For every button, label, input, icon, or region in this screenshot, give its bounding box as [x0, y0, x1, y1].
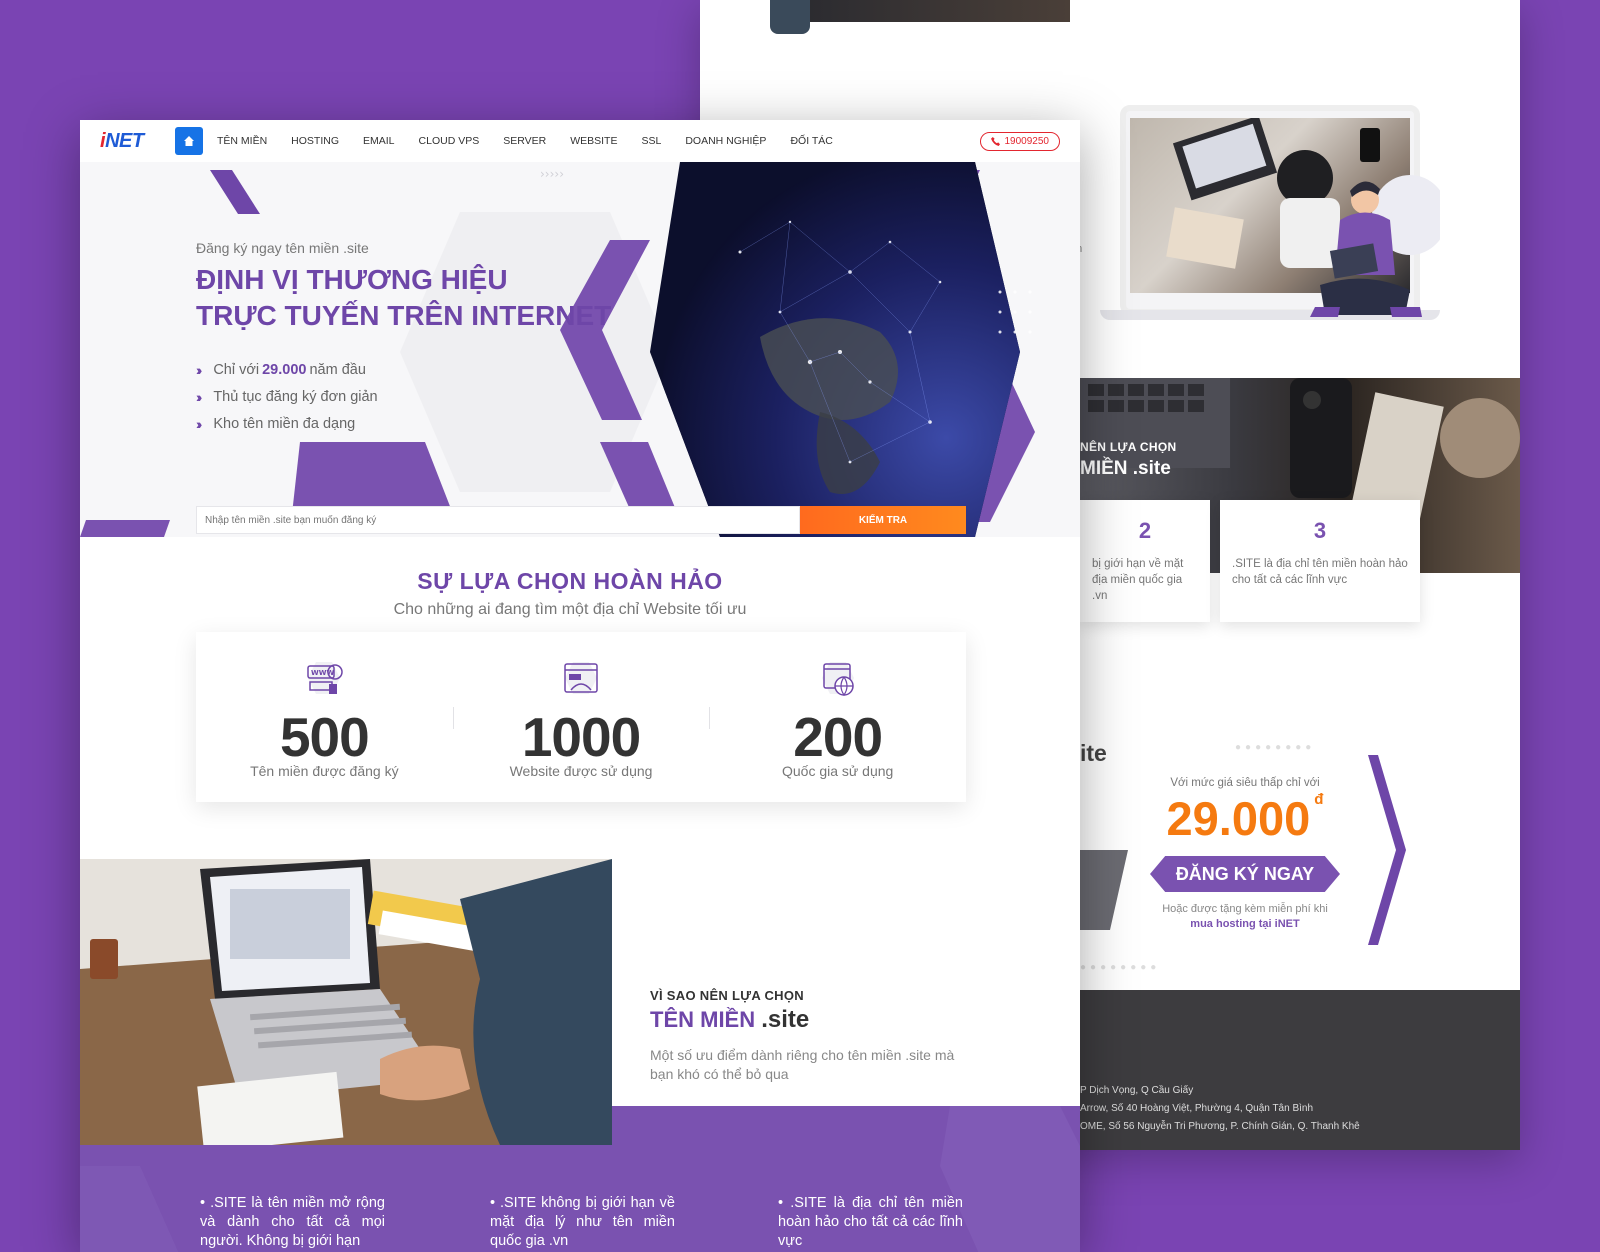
why-description: Một số ưu điểm dành riêng cho tên miền .… [650, 1047, 955, 1082]
domain-search-bar: KIỂM TRA [196, 506, 966, 534]
stat-websites: 1000 Website được sử dụng [452, 632, 710, 802]
stat-label: Website được sử dụng [509, 763, 653, 779]
feature-text-2: • .SITE không bị giới hạn về mặt địa lý … [490, 1195, 675, 1249]
stat-number: 200 [793, 706, 883, 768]
stat-number: 500 [279, 706, 370, 768]
nav-item-ten-mien[interactable]: TÊN MIỀN [217, 135, 267, 147]
nav-item-ssl[interactable]: SSL [641, 135, 661, 147]
stat-label: Quốc gia sử dụng [782, 763, 894, 779]
hotline-button[interactable]: 19009250 [979, 131, 1060, 151]
stat-label: Tên miền được đăng ký [250, 763, 399, 779]
section-subtitle: Cho những ai đang tìm một địa chỉ Websit… [393, 601, 747, 618]
double-chevron-icon: ›› [196, 361, 203, 378]
top-navbar: iNET TÊN MIỀN HOSTING EMAIL CLOUD VPS SE… [80, 120, 1080, 162]
back-why-heading: NÊN LỰA CHỌN MIỀN .site [1080, 440, 1177, 479]
double-chevron-icon: ›› [196, 415, 203, 432]
why-label: VÌ SAO NÊN LỰA CHỌN [650, 988, 804, 1003]
why-heading: TÊN MIỀN .site [650, 1006, 810, 1033]
home-icon [184, 136, 194, 146]
back-site-word: ite [1080, 740, 1107, 766]
hero-benefits-list: ›› Chỉ với 29.000 năm đầu ›› Thủ tục đăng ký… [196, 356, 378, 437]
footer: P Dịch Vọng, Q Cầu Giấy Arrow, Số 40 Hoà… [1080, 990, 1520, 1150]
top-photo-strip [770, 0, 1070, 34]
promo-subtitle: Với mức giá siêu thấp chỉ với [1170, 777, 1320, 789]
dots-decoration: ●●●●●●●● [1080, 962, 1161, 973]
stat-countries: 200 Quốc gia sử dụng [709, 632, 966, 802]
nav-item-hosting[interactable]: HOSTING [291, 135, 339, 147]
promo-box: Với mức giá siêu thấp chỉ với 29.000 đ ĐĂ… [1120, 755, 1370, 945]
nav-item-server[interactable]: SERVER [503, 135, 546, 147]
hero-subtitle: Đăng ký ngay tên miền .site [196, 240, 369, 256]
list-item: ›› Thủ tục đăng ký đơn giản [196, 388, 378, 405]
back-feature-card-3: 3 .SITE là địa chỉ tên miền hoàn hảo cho… [1220, 500, 1420, 622]
hosting-link[interactable]: mua hosting tại iNET [1190, 918, 1299, 930]
www-domain-icon: WWW [307, 662, 344, 694]
feature-text-1: • .SITE là tên miền mở rộng và dành cho … [200, 1195, 385, 1249]
promo-price: 29.000 đ [1166, 791, 1324, 845]
person-illustration [1310, 175, 1440, 317]
nav-item-cloud-vps[interactable]: CLOUD VPS [419, 135, 480, 147]
nav-item-doi-tac[interactable]: ĐỐI TÁC [790, 135, 832, 147]
nav-item-website[interactable]: WEBSITE [570, 135, 617, 147]
front-page-mockup: iNET TÊN MIỀN HOSTING EMAIL CLOUD VPS SE… [80, 120, 1080, 1252]
chevron-decoration-icon [1368, 755, 1406, 945]
dots-decoration: ●●●●●●●● [1235, 742, 1316, 753]
globe-browser-icon [821, 662, 854, 697]
back-feature-card-2: 2 bị giới hạn về mặt địa miền quốc gia .… [1080, 500, 1210, 622]
phone-icon [990, 136, 1000, 146]
list-item: ›› Chỉ với 29.000 năm đầu [196, 361, 366, 378]
laptop-work-photo [80, 859, 612, 1145]
hero-title: ĐỊNH VỊ THƯƠNG HIỆU TRỰC TUYẾN TRÊN INTE… [196, 264, 612, 331]
list-item: ›› Kho tên miền đa dạng [196, 415, 356, 432]
promo-note: Hoặc được tặng kèm miễn phí khi mua host… [1162, 903, 1328, 930]
svg-text:WWW: WWW [311, 669, 334, 677]
domain-search-input[interactable] [196, 506, 800, 534]
home-button[interactable] [175, 127, 203, 155]
register-now-button[interactable]: ĐĂNG KÝ NGAY [1150, 856, 1340, 892]
nav-item-doanh-nghiep[interactable]: DOANH NGHIỆP [685, 135, 766, 147]
section-title: SỰ LỰA CHỌN HOÀN HẢO [417, 568, 723, 594]
hero-section: ‹‹‹‹‹ ››››› ››››› [80, 162, 1080, 537]
svg-text:›››››: ››››› [540, 167, 564, 181]
earth-globe-image [650, 162, 1032, 537]
feature-text-3: • .SITE là địa chỉ tên miền hoàn hảo cho… [778, 1195, 963, 1249]
stat-domains: WWW 500 Tên miền được đăng ký [196, 632, 453, 802]
stats-card: WWW 500 Tên miền được đăng ký 1000 Websi… [196, 632, 966, 802]
inet-logo[interactable]: iNET [100, 130, 175, 153]
double-chevron-icon: ›› [196, 388, 203, 405]
stat-number: 1000 [521, 706, 641, 768]
browser-website-icon [564, 662, 598, 694]
check-domain-button[interactable]: KIỂM TRA [800, 506, 966, 534]
nav-item-email[interactable]: EMAIL [363, 135, 395, 147]
